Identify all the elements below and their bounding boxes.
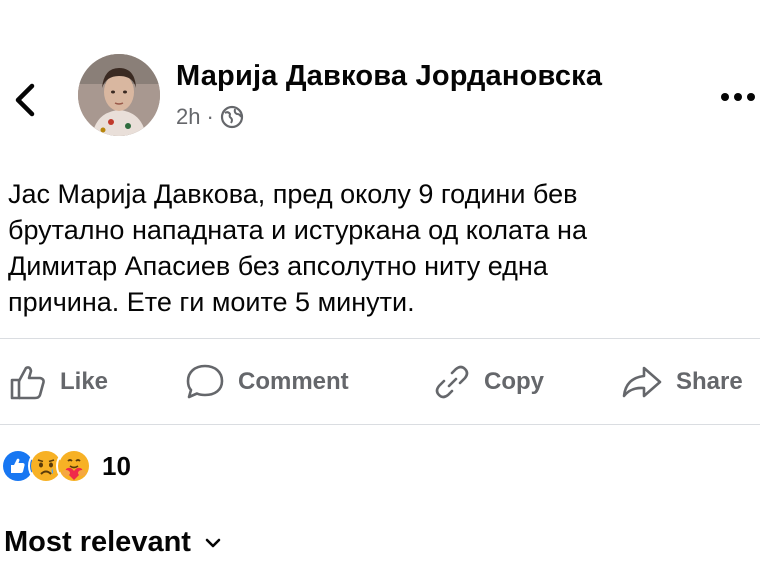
chevron-down-icon [205,538,221,547]
avatar[interactable] [78,54,160,136]
comment-button[interactable]: Comment [184,352,349,412]
post-meta: 2h · [176,104,244,130]
reaction-count: 10 [102,450,131,481]
share-arrow-icon [622,366,662,398]
sort-label: Most relevant [4,526,191,558]
thumbs-up-icon [10,366,45,400]
like-label: Like [60,368,109,395]
reaction-summary[interactable]: 10 [0,446,131,486]
profile-photo [78,54,160,136]
care-icon [56,448,92,484]
comment-label: Comment [238,368,349,395]
author-name[interactable]: Марија Давкова Јордановска [176,60,602,93]
share-label: Share [676,368,743,395]
share-button[interactable]: Share [620,352,743,412]
more-options-icon[interactable] [718,90,758,104]
copy-label: Copy [484,368,544,395]
divider [0,424,760,425]
action-bar: Like Comment Copy Share [0,352,760,412]
meta-separator: · [206,104,214,129]
like-button[interactable]: Like [8,352,108,412]
post-text: Јас Марија Давкова, пред околу 9 години … [8,179,587,317]
copy-button[interactable]: Copy [432,352,544,412]
back-arrow-icon[interactable] [10,80,40,120]
globe-icon [220,105,243,129]
comment-icon [186,364,224,399]
link-icon [435,365,469,399]
comment-sort-dropdown[interactable]: Most relevant [4,526,221,559]
post-header: Марија Давкова Јордановска 2h · [0,40,760,150]
post-time[interactable]: 2h [176,104,200,130]
divider [0,338,760,339]
